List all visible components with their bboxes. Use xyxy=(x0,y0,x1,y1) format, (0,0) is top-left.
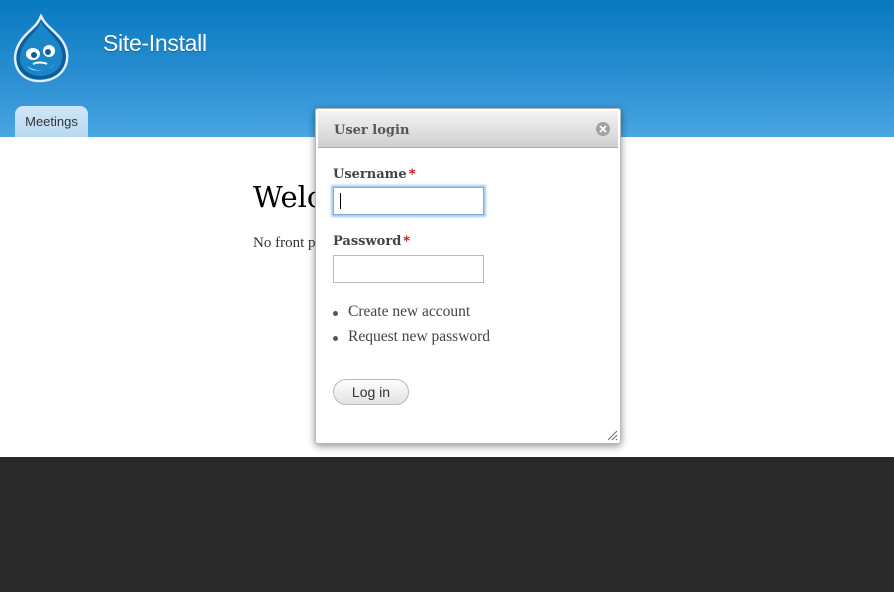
account-links: Create new account Request new password xyxy=(333,303,490,353)
create-account-link-text[interactable]: Create new account xyxy=(348,303,470,320)
request-password-link-text[interactable]: Request new password xyxy=(348,328,490,345)
page-body-text: No front p xyxy=(253,235,316,251)
dialog-titlebar[interactable]: User login xyxy=(318,111,618,148)
site-name[interactable]: Site-Install xyxy=(103,30,207,57)
password-label: Password * xyxy=(333,234,410,249)
password-input[interactable] xyxy=(333,255,484,283)
request-password-link[interactable]: Request new password xyxy=(333,328,490,353)
log-in-button[interactable]: Log in xyxy=(333,379,409,405)
username-input[interactable] xyxy=(333,187,484,215)
required-marker: * xyxy=(403,234,411,249)
bullet-icon xyxy=(333,336,338,341)
bullet-icon xyxy=(333,311,338,316)
drupal-logo-icon[interactable] xyxy=(11,14,71,84)
resize-grip-icon[interactable] xyxy=(606,429,618,441)
password-label-text: Password xyxy=(333,234,402,249)
dialog-title: User login xyxy=(334,123,410,138)
username-label: Username * xyxy=(333,167,416,182)
user-login-dialog: User login Username * Password * Create ne… xyxy=(315,108,621,444)
page-title: Welc xyxy=(253,180,324,214)
username-label-text: Username xyxy=(333,167,407,182)
tab-meetings[interactable]: Meetings xyxy=(15,106,88,137)
text-caret xyxy=(340,193,341,209)
required-marker: * xyxy=(408,167,416,182)
create-account-link[interactable]: Create new account xyxy=(333,303,490,328)
close-icon[interactable] xyxy=(596,122,610,136)
site-footer xyxy=(0,457,894,592)
